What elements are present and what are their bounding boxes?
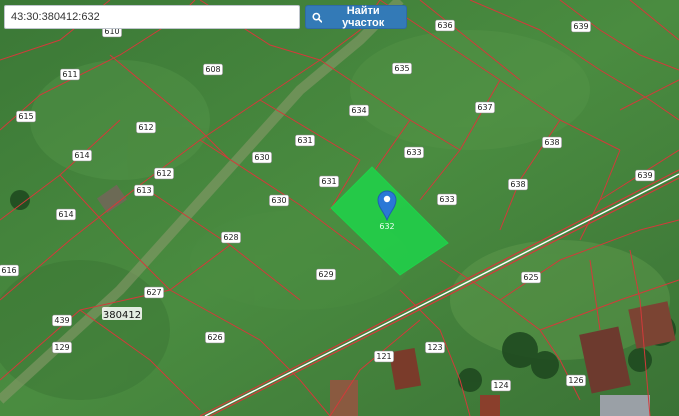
parcel-label[interactable]: 631 (319, 175, 339, 188)
parcel-label[interactable]: 124 (491, 379, 511, 392)
parcel-label[interactable]: 638 (542, 136, 562, 149)
svg-text:439: 439 (54, 316, 69, 325)
parcel-label[interactable]: 639 (635, 169, 655, 182)
svg-text:615: 615 (18, 112, 33, 121)
svg-text:636: 636 (437, 21, 452, 30)
svg-text:635: 635 (394, 64, 409, 73)
svg-text:126: 126 (568, 376, 583, 385)
parcel-label[interactable]: 129 (52, 341, 72, 354)
svg-text:614: 614 (58, 210, 73, 219)
cadastral-block-label: 380412 (102, 307, 142, 321)
svg-text:629: 629 (318, 270, 333, 279)
svg-text:637: 637 (477, 103, 492, 112)
svg-text:631: 631 (321, 177, 336, 186)
svg-text:124: 124 (493, 381, 508, 390)
find-parcel-button-label: Найти участок (342, 5, 385, 29)
parcel-label[interactable]: 121 (374, 350, 394, 363)
svg-text:638: 638 (544, 138, 559, 147)
svg-text:121: 121 (376, 352, 391, 361)
svg-text:633: 633 (439, 195, 454, 204)
parcel-label[interactable]: 630 (252, 151, 272, 164)
parcel-label[interactable]: 626 (205, 331, 225, 344)
search-icon (312, 12, 323, 23)
parcel-label[interactable]: 608 (203, 63, 223, 76)
parcel-label[interactable]: 639 (571, 20, 591, 33)
svg-text:612: 612 (138, 123, 153, 132)
parcel-label[interactable]: 614 (72, 149, 92, 162)
svg-text:638: 638 (510, 180, 525, 189)
svg-text:625: 625 (523, 273, 538, 282)
parcel-label[interactable]: 629 (316, 268, 336, 281)
cadastral-number-search-input[interactable] (4, 5, 300, 29)
parcel-label[interactable]: 631 (295, 134, 315, 147)
parcel-label[interactable]: 123 (425, 341, 445, 354)
parcel-label[interactable]: 612 (154, 167, 174, 180)
parcel-label[interactable]: 630 (269, 194, 289, 207)
svg-text:616: 616 (1, 266, 16, 275)
parcel-label[interactable]: 612 (136, 121, 156, 134)
svg-text:613: 613 (136, 186, 151, 195)
svg-text:608: 608 (205, 65, 220, 74)
parcel-label[interactable]: 625 (521, 271, 541, 284)
svg-text:611: 611 (62, 70, 77, 79)
parcel-label[interactable]: 635 (392, 62, 412, 75)
svg-text:630: 630 (254, 153, 269, 162)
svg-text:628: 628 (223, 233, 238, 242)
svg-text:612: 612 (156, 169, 171, 178)
parcel-label[interactable]: 636 (435, 19, 455, 32)
svg-text:380412: 380412 (103, 310, 141, 321)
parcel-label[interactable]: 615 (16, 110, 36, 123)
parcel-label[interactable]: 638 (508, 178, 528, 191)
parcel-label[interactable]: 614 (56, 208, 76, 221)
svg-text:634: 634 (351, 106, 366, 115)
find-parcel-button[interactable]: Найти участок (305, 5, 407, 29)
svg-text:614: 614 (74, 151, 89, 160)
svg-text:631: 631 (297, 136, 312, 145)
svg-text:626: 626 (207, 333, 222, 342)
parcel-label[interactable]: 627 (144, 286, 164, 299)
selected-parcel-label: 632 (379, 222, 394, 231)
cadastral-map[interactable]: 610 611 608 636 635 639 615 612 634 637 … (0, 0, 679, 416)
svg-text:639: 639 (573, 22, 588, 31)
parcel-label[interactable]: 628 (221, 231, 241, 244)
parcel-label[interactable]: 613 (134, 184, 154, 197)
svg-text:639: 639 (637, 171, 652, 180)
svg-text:630: 630 (271, 196, 286, 205)
svg-text:633: 633 (406, 148, 421, 157)
svg-text:123: 123 (427, 343, 442, 352)
parcel-label[interactable]: 633 (404, 146, 424, 159)
parcel-label[interactable]: 439 (52, 314, 72, 327)
parcel-label[interactable]: 611 (60, 68, 80, 81)
svg-text:627: 627 (146, 288, 161, 297)
parcel-label[interactable]: 616 (0, 264, 19, 277)
svg-text:129: 129 (54, 343, 69, 352)
parcel-label[interactable]: 637 (475, 101, 495, 114)
parcel-label[interactable]: 633 (437, 193, 457, 206)
parcel-label[interactable]: 634 (349, 104, 369, 117)
parcel-label[interactable]: 126 (566, 374, 586, 387)
